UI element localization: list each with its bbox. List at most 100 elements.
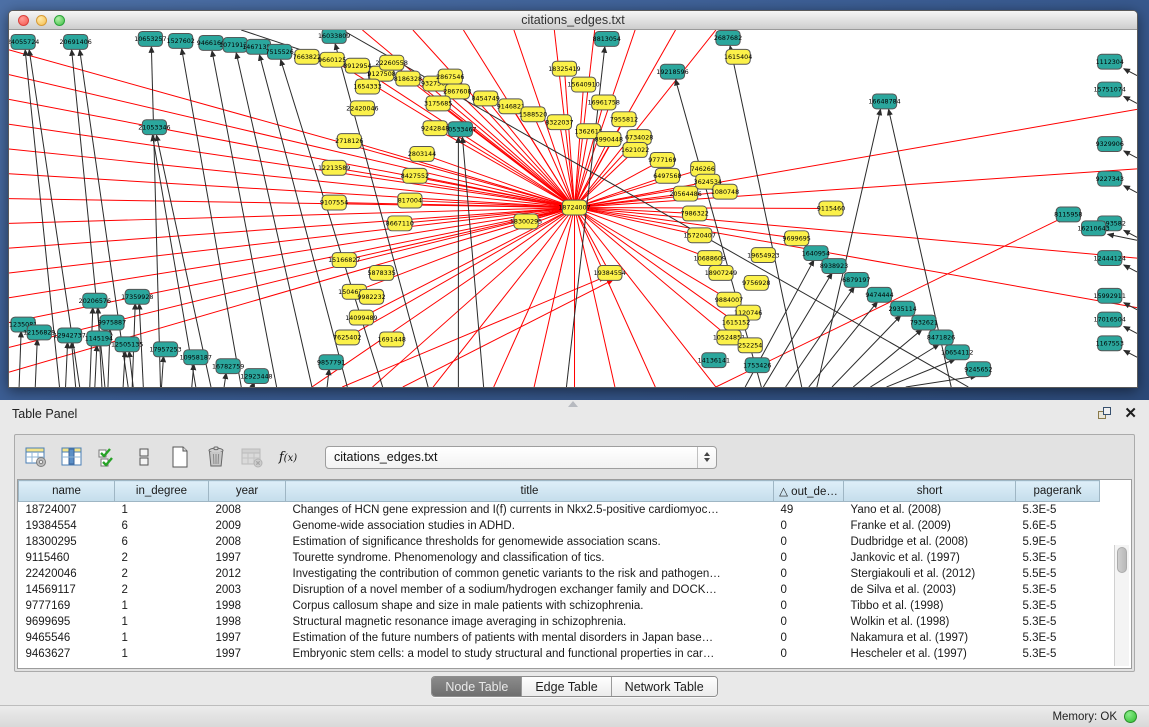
network-node[interactable]: 1621022 bbox=[621, 143, 649, 158]
network-node[interactable]: 14099489 bbox=[345, 310, 377, 325]
network-window-titlebar[interactable]: citations_edges.txt bbox=[9, 11, 1137, 30]
table-row[interactable]: 946554611997Estimation of the future num… bbox=[19, 630, 1100, 646]
table-vertical-scrollbar[interactable] bbox=[1114, 545, 1129, 666]
network-node[interactable]: 2867546 bbox=[436, 69, 464, 84]
network-node[interactable]: 22420046 bbox=[346, 101, 378, 116]
table-row[interactable]: 977716911998Corpus callosum shape and si… bbox=[19, 598, 1100, 614]
network-node[interactable]: 20564486 bbox=[669, 186, 701, 201]
tab-edge-table[interactable]: Edge Table bbox=[522, 677, 611, 696]
network-node[interactable]: 9107554 bbox=[320, 195, 348, 210]
scrollbar-thumb[interactable] bbox=[1117, 547, 1127, 573]
network-node[interactable]: 9242848 bbox=[421, 121, 449, 136]
network-node[interactable]: 10653257 bbox=[134, 31, 166, 46]
network-node[interactable]: 9982232 bbox=[357, 289, 385, 304]
network-node[interactable]: 17957253 bbox=[149, 342, 181, 357]
new-document-icon[interactable] bbox=[167, 444, 193, 470]
network-node[interactable]: 16210643 bbox=[1077, 221, 1109, 236]
table-row[interactable]: 1456911722003Disruption of a novel membe… bbox=[19, 582, 1100, 598]
network-node[interactable]: 18724007 bbox=[558, 200, 590, 215]
network-node[interactable]: 7986322 bbox=[681, 206, 709, 221]
network-node[interactable]: 7515526 bbox=[265, 44, 293, 59]
network-node[interactable]: 16961758 bbox=[588, 95, 620, 110]
network-node[interactable]: 15751074 bbox=[1094, 82, 1126, 97]
network-node[interactable]: 9756928 bbox=[742, 275, 770, 290]
network-node[interactable]: 20691406 bbox=[59, 34, 91, 49]
network-node[interactable]: 9699695 bbox=[783, 231, 811, 246]
network-node[interactable]: 8990448 bbox=[595, 132, 623, 147]
network-node[interactable]: 12505135 bbox=[111, 337, 143, 352]
network-node[interactable]: 24055724 bbox=[9, 34, 39, 49]
network-node[interactable]: 18300295 bbox=[510, 214, 542, 229]
network-node[interactable]: 15992911 bbox=[1094, 288, 1126, 303]
delete-table-icon[interactable] bbox=[239, 444, 265, 470]
network-node[interactable]: 9227343 bbox=[1096, 171, 1124, 186]
network-node[interactable]: 9245652 bbox=[964, 362, 992, 377]
network-node[interactable]: 12923448 bbox=[240, 369, 272, 384]
table-row[interactable]: 1830029562008Estimation of significance … bbox=[19, 534, 1100, 550]
checklist-icon[interactable] bbox=[95, 444, 121, 470]
splitter-handle[interactable] bbox=[568, 401, 578, 407]
network-node[interactable]: 12213589 bbox=[318, 160, 350, 175]
network-node[interactable]: 252254 bbox=[738, 338, 762, 353]
network-node[interactable]: 8427552 bbox=[401, 168, 429, 183]
network-node[interactable]: 14136141 bbox=[698, 353, 730, 368]
column-header-out_degree[interactable]: △ out_de… bbox=[774, 481, 844, 502]
network-node[interactable]: 10654112 bbox=[941, 345, 973, 360]
network-node[interactable]: 1691448 bbox=[378, 332, 406, 347]
zoom-window-button[interactable] bbox=[54, 15, 65, 26]
network-node[interactable]: 15640910 bbox=[567, 77, 599, 92]
float-panel-icon[interactable] bbox=[1098, 407, 1112, 421]
column-header-pagerank[interactable]: pagerank bbox=[1016, 481, 1100, 502]
select-columns-icon[interactable] bbox=[59, 444, 85, 470]
network-node[interactable]: 1753426 bbox=[743, 358, 771, 373]
table-row[interactable]: 1938455462009Genome-wide association stu… bbox=[19, 518, 1100, 534]
trash-icon[interactable] bbox=[203, 444, 229, 470]
network-node[interactable]: 8813054 bbox=[593, 31, 621, 46]
column-header-in_degree[interactable]: in_degree bbox=[115, 481, 209, 502]
network-node[interactable]: 22260558 bbox=[376, 55, 408, 70]
network-node[interactable]: 10958187 bbox=[180, 350, 212, 365]
network-node[interactable]: 12444124 bbox=[1094, 251, 1126, 266]
network-node[interactable]: 1527602 bbox=[167, 33, 195, 48]
network-node[interactable]: 16033809 bbox=[318, 30, 350, 43]
network-node[interactable]: 1145194 bbox=[85, 331, 113, 346]
network-node[interactable]: 17359928 bbox=[121, 289, 153, 304]
network-node[interactable]: 16782759 bbox=[212, 359, 244, 374]
close-window-button[interactable] bbox=[18, 15, 29, 26]
network-node[interactable]: 16648784 bbox=[868, 94, 900, 109]
network-node[interactable]: 9660125 bbox=[318, 52, 346, 67]
network-node[interactable]: 2687682 bbox=[714, 30, 742, 45]
table-row[interactable]: 2242004622012Investigating the contribut… bbox=[19, 566, 1100, 582]
tab-node-table[interactable]: Node Table bbox=[432, 677, 522, 696]
network-node[interactable]: 6879197 bbox=[842, 272, 870, 287]
network-node[interactable]: 2935114 bbox=[889, 301, 917, 316]
network-node[interactable]: 7625402 bbox=[333, 330, 361, 345]
network-node[interactable]: 1654333 bbox=[353, 79, 381, 94]
network-node[interactable]: 8186328 bbox=[394, 71, 422, 86]
close-panel-icon[interactable]: ✕ bbox=[1124, 407, 1137, 421]
table-row[interactable]: 911546021997Tourette syndrome. Phenomeno… bbox=[19, 550, 1100, 566]
network-node[interactable]: 5878335 bbox=[367, 266, 395, 281]
network-node[interactable]: 2718126 bbox=[335, 134, 363, 149]
network-node[interactable]: 1167553 bbox=[1096, 336, 1124, 351]
network-node[interactable]: 9474444 bbox=[865, 287, 893, 302]
minimize-window-button[interactable] bbox=[36, 15, 47, 26]
network-node[interactable]: 19654923 bbox=[747, 248, 779, 263]
column-header-year[interactable]: year bbox=[209, 481, 286, 502]
network-node[interactable]: 7663822 bbox=[293, 49, 321, 64]
network-node[interactable]: 8322037 bbox=[545, 115, 573, 130]
network-node[interactable]: 3175685 bbox=[424, 96, 452, 111]
network-canvas[interactable]: 2405572420691406106532571527602946616010… bbox=[9, 30, 1137, 387]
network-node[interactable]: 1615152 bbox=[722, 315, 750, 330]
network-node[interactable]: 1112304 bbox=[1096, 54, 1124, 69]
network-node[interactable]: 8115958 bbox=[1054, 207, 1082, 222]
network-node[interactable]: 17016504 bbox=[1094, 312, 1126, 327]
network-node[interactable]: 8454749 bbox=[471, 91, 499, 106]
column-header-name[interactable]: name bbox=[19, 481, 115, 502]
network-node[interactable]: 9115460 bbox=[817, 201, 845, 216]
rows-icon[interactable] bbox=[131, 444, 157, 470]
network-node[interactable]: 20206576 bbox=[79, 293, 111, 308]
network-node[interactable]: 19384554 bbox=[594, 266, 626, 281]
network-node[interactable]: 2803144 bbox=[408, 147, 436, 162]
table-row[interactable]: 946362711997Embryonic stem cells: a mode… bbox=[19, 646, 1100, 662]
